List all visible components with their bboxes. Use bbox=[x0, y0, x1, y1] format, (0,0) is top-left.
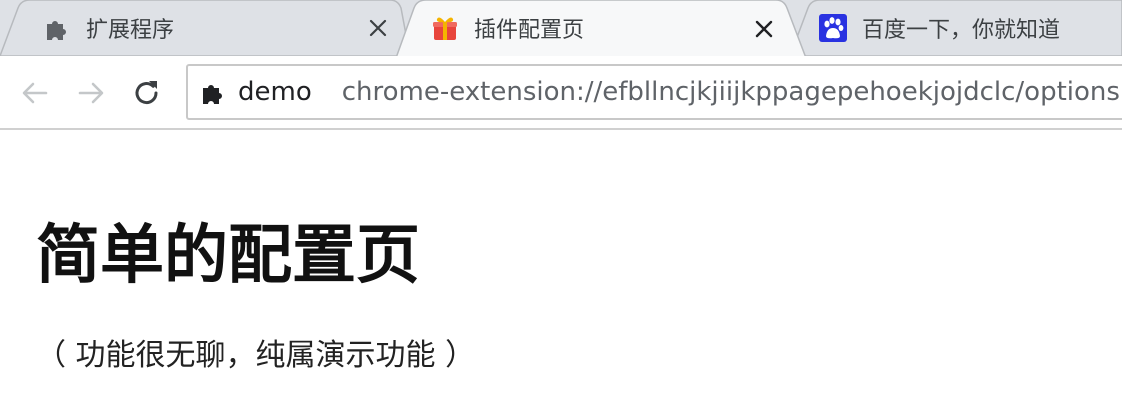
browser-toolbar: demo chrome-extension://efbllncjkjiijkpp… bbox=[0, 56, 1122, 130]
tab-extensions[interactable]: 扩展程序 bbox=[0, 0, 410, 56]
close-icon[interactable] bbox=[364, 14, 392, 42]
tab-title: 扩展程序 bbox=[86, 18, 175, 43]
url-text[interactable]: chrome-extension://efbllncjkjiijkppagepe… bbox=[342, 77, 1122, 107]
tab-plugin-options[interactable]: 插件配置页 bbox=[396, 0, 806, 58]
back-arrow-icon[interactable] bbox=[16, 74, 54, 112]
extension-name-chip: demo bbox=[238, 77, 312, 107]
puzzle-icon bbox=[42, 13, 72, 43]
reload-icon[interactable] bbox=[128, 74, 166, 112]
page-content: 简单的配置页 （ 功能很无聊，纯属演示功能 ） bbox=[0, 130, 1122, 396]
baidu-paw-icon bbox=[818, 13, 848, 43]
tab-strip: 扩展程序 百度一下，你就知道 插件配置页 bbox=[0, 0, 1122, 58]
browser-window: 扩展程序 百度一下，你就知道 插件配置页 demo chrome-extensi… bbox=[0, 0, 1122, 396]
puzzle-icon bbox=[200, 78, 226, 106]
page-title: 简单的配置页 bbox=[36, 219, 420, 293]
close-icon[interactable] bbox=[750, 15, 778, 43]
tab-title: 百度一下，你就知道 bbox=[862, 18, 1061, 43]
forward-arrow-icon[interactable] bbox=[72, 74, 110, 112]
page-subtitle: （ 功能很无聊，纯属演示功能 ） bbox=[36, 338, 476, 373]
tab-title: 插件配置页 bbox=[474, 18, 585, 43]
gift-icon bbox=[430, 13, 460, 43]
tab-baidu[interactable]: 百度一下，你就知道 bbox=[790, 0, 1122, 56]
address-bar[interactable]: demo chrome-extension://efbllncjkjiijkpp… bbox=[186, 64, 1122, 120]
